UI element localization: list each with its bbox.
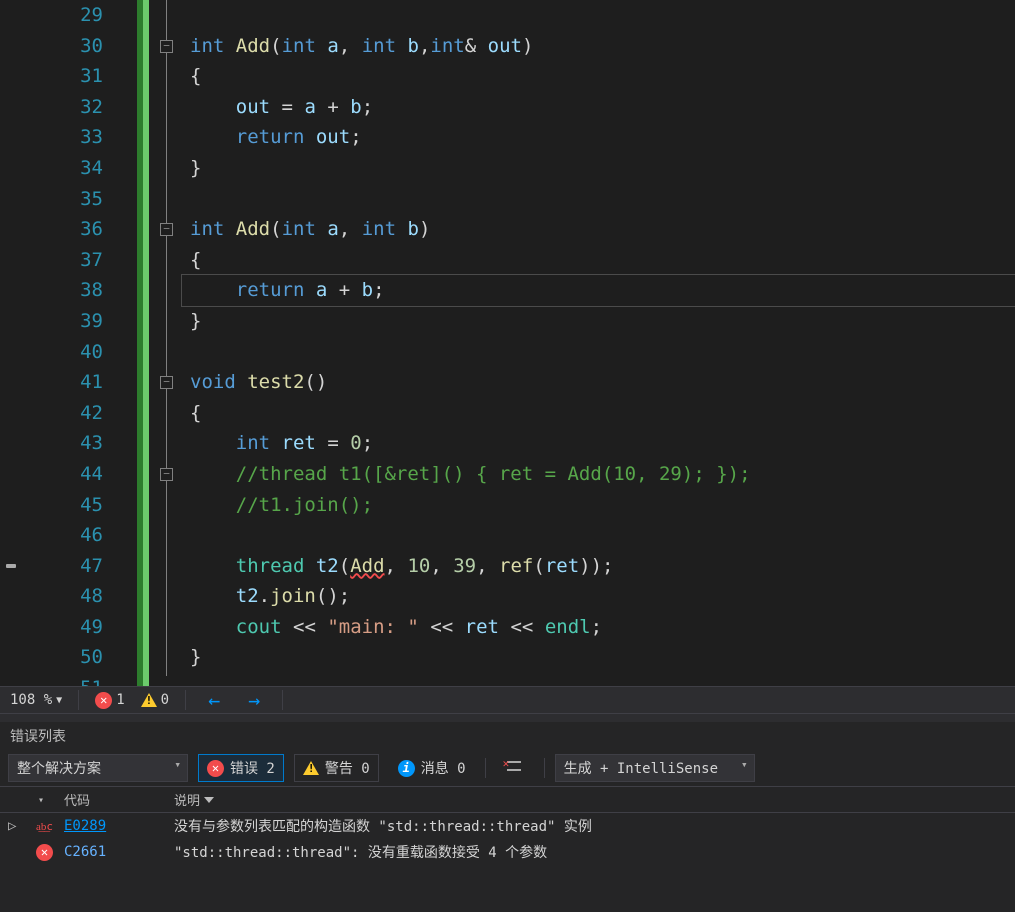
warning-icon [303,761,319,775]
code-line[interactable]: } [190,153,1015,184]
description-column-label: 说明 [174,790,200,809]
nav-forward-button[interactable]: → [242,688,266,712]
error-code[interactable]: E0289 [64,818,174,834]
code-line[interactable]: int ret = 0; [190,428,1015,459]
messages-filter-button[interactable]: i 消息 0 [389,754,475,782]
error-description: 没有与参数列表匹配的构造函数 "std::thread::thread" 实例 [174,816,1007,836]
code-line[interactable]: //thread t1([&ret]() { ret = Add(10, 29)… [190,459,1015,490]
code-line[interactable]: int Add(int a, int b) [190,214,1015,245]
error-row[interactable]: ✕ C2661"std::thread::thread": 没有重载函数接受 4 … [0,839,1015,865]
scope-value: 整个解决方案 [17,761,101,777]
code-line[interactable]: } [190,642,1015,673]
code-column-header[interactable]: 代码 [64,790,174,809]
error-description: "std::thread::thread": 没有重载函数接受 4 个参数 [174,842,1007,862]
code-line[interactable]: thread t2(Add, 10, 39, ref(ret)); [190,551,1015,582]
filter-clear-icon [505,759,525,777]
fold-column[interactable]: − − − − [160,0,180,686]
description-column-header[interactable]: 说明 [174,790,1007,809]
breakpoint-column[interactable] [0,0,20,686]
error-icon: ✕ [95,692,112,709]
code-line[interactable]: return a + b; [190,275,1015,306]
warning-icon [141,693,157,707]
code-line[interactable] [190,673,1015,686]
messages-filter-label: 消息 0 [421,758,466,778]
zoom-dropdown[interactable]: 108 % ▼ [10,692,62,708]
source-dropdown[interactable]: 生成 + IntelliSense [555,754,755,782]
separator [282,690,283,710]
errors-filter-label: 错误 2 [230,758,275,778]
change-indicator [130,0,160,686]
error-list-panel: 错误列表 整个解决方案 ✕ 错误 2 警告 0 i 消息 0 生成 + Inte… [0,722,1015,912]
separator [485,758,486,778]
clear-filter-button[interactable] [496,755,534,781]
fold-toggle[interactable]: − [160,40,173,53]
scope-dropdown[interactable]: 整个解决方案 [8,754,188,782]
code-editor[interactable]: 2930313233343536373839404142434445464748… [0,0,1015,686]
panel-splitter[interactable] [0,714,1015,722]
code-line[interactable]: void test2() [190,367,1015,398]
code-line[interactable]: int Add(int a, int b,int& out) [190,31,1015,62]
separator [544,758,545,778]
code-line[interactable]: cout << "main: " << ret << endl; [190,612,1015,643]
code-line[interactable] [190,184,1015,215]
fold-toggle[interactable]: − [160,376,173,389]
code-column-label: 代码 [64,794,90,809]
code-line[interactable] [190,0,1015,31]
nav-back-button[interactable]: ← [202,688,226,712]
fold-toggle[interactable]: − [160,468,173,481]
fold-toggle[interactable]: − [160,223,173,236]
warning-count-value: 0 [161,692,169,708]
expand-toggle[interactable]: ▷ [8,818,36,834]
warnings-filter-button[interactable]: 警告 0 [294,754,379,782]
margin-marker [6,564,16,568]
separator [78,690,79,710]
source-value: 生成 + IntelliSense [564,761,718,777]
error-count-value: 1 [116,692,124,708]
severity-cell: a͟b͟c [36,820,64,833]
code-line[interactable] [190,337,1015,368]
error-table-header: 代码 说明 [0,786,1015,813]
code-line[interactable]: out = a + b; [190,92,1015,123]
errors-filter-button[interactable]: ✕ 错误 2 [198,754,284,782]
intellisense-error-icon: a͟b͟c [36,820,53,833]
code-content[interactable]: int Add(int a, int b,int& out){ out = a … [190,0,1015,686]
error-table-body: ▷a͟b͟c E0289没有与参数列表匹配的构造函数 "std::thread::… [0,813,1015,865]
code-line[interactable]: //t1.join(); [190,490,1015,521]
code-line[interactable]: { [190,245,1015,276]
chevron-down-icon: ▼ [56,695,62,706]
sort-descending-icon [204,797,214,803]
error-row[interactable]: ▷a͟b͟c E0289没有与参数列表匹配的构造函数 "std::thread::… [0,813,1015,839]
separator [185,690,186,710]
warning-count[interactable]: 0 [141,692,169,708]
zoom-value: 108 % [10,692,52,708]
code-line[interactable]: } [190,306,1015,337]
error-code[interactable]: C2661 [64,844,174,860]
warnings-filter-label: 警告 0 [325,758,370,778]
code-line[interactable] [190,520,1015,551]
error-icon: ✕ [36,844,53,861]
code-line[interactable]: { [190,398,1015,429]
error-icon: ✕ [207,760,224,777]
error-list-toolbar: 整个解决方案 ✕ 错误 2 警告 0 i 消息 0 生成 + IntelliSe… [0,750,1015,786]
code-line[interactable]: t2.join(); [190,581,1015,612]
severity-column-header[interactable] [36,792,64,807]
info-icon: i [398,760,415,777]
panel-title: 错误列表 [0,722,1015,750]
editor-status-bar: 108 % ▼ ✕ 1 0 ← → [0,686,1015,714]
severity-cell: ✕ [36,844,64,861]
code-line[interactable]: { [190,61,1015,92]
code-line[interactable]: return out; [190,122,1015,153]
error-count[interactable]: ✕ 1 [95,692,124,709]
